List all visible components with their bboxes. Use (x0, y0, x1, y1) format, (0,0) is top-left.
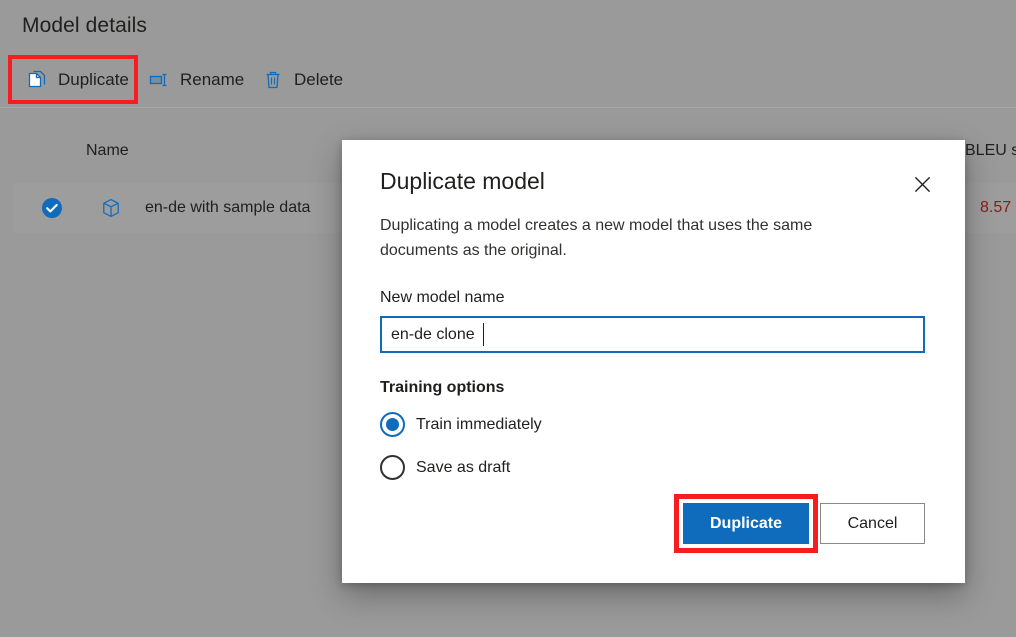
model-details-page: Model details Duplicate Rename (0, 0, 1016, 637)
radio-option-train-immediately[interactable]: Train immediately (380, 412, 542, 437)
new-model-name-label: New model name (380, 289, 505, 307)
rename-icon (148, 69, 170, 91)
toolbar-duplicate-label: Duplicate (58, 70, 129, 90)
close-icon[interactable] (905, 167, 939, 201)
table-cell-model-name: en-de with sample data (145, 197, 310, 219)
dialog-title: Duplicate model (380, 168, 545, 195)
text-caret (483, 323, 484, 346)
radio-label-train-immediately: Train immediately (416, 416, 542, 434)
package-icon (100, 197, 122, 219)
toolbar-delete-button[interactable]: Delete (252, 58, 353, 102)
trash-icon (262, 69, 284, 91)
radio-option-save-as-draft[interactable]: Save as draft (380, 455, 510, 480)
toolbar-delete-label: Delete (294, 70, 343, 90)
page-title: Model details (22, 14, 147, 38)
new-model-name-input[interactable] (380, 316, 925, 353)
check-circle-icon (41, 197, 63, 219)
column-header-bleu-score: BLEU sco (965, 142, 1016, 160)
toolbar-divider (0, 107, 1016, 108)
training-options-label: Training options (380, 379, 504, 397)
radio-unselected-icon (380, 455, 405, 480)
dialog-cancel-button[interactable]: Cancel (820, 503, 925, 544)
dialog-duplicate-button[interactable]: Duplicate (683, 503, 809, 544)
command-toolbar: Duplicate Rename Delete (0, 58, 1016, 102)
toolbar-rename-label: Rename (180, 70, 244, 90)
toolbar-rename-button[interactable]: Rename (138, 58, 254, 102)
radio-label-save-as-draft: Save as draft (416, 459, 510, 477)
dialog-description: Duplicating a model creates a new model … (380, 213, 860, 263)
column-header-name: Name (86, 142, 129, 160)
radio-selected-icon (380, 412, 405, 437)
table-cell-bleu-score: 8.57 (980, 197, 1011, 219)
duplicate-icon (26, 69, 48, 91)
toolbar-duplicate-button[interactable]: Duplicate (16, 58, 139, 102)
